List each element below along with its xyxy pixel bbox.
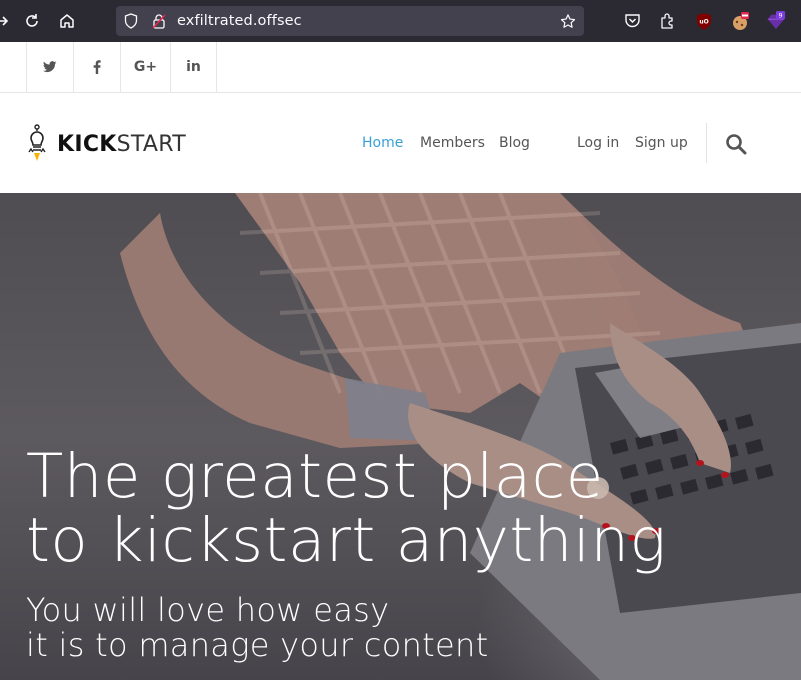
extensions-button[interactable] — [658, 11, 678, 31]
ublock-extension[interactable]: uO — [694, 11, 714, 31]
hero-subtitle-line: it is to manage your content — [26, 626, 489, 664]
social-links-bar: G+ in — [0, 42, 801, 93]
reload-icon — [26, 14, 38, 27]
lightbulb-rocket-icon — [28, 124, 46, 161]
site-logo[interactable]: KICKSTART — [25, 124, 186, 164]
home-button[interactable] — [57, 11, 77, 31]
facebook-link[interactable] — [74, 42, 121, 92]
divider — [706, 123, 707, 163]
cookie-extension[interactable] — [730, 11, 750, 31]
hero-title-line: to kickstart anything — [26, 505, 667, 576]
nav-login[interactable]: Log in — [577, 135, 619, 151]
ublock-shield-icon: uO — [697, 13, 711, 30]
hero-banner: The greatest place to kickstart anything… — [0, 193, 801, 680]
browser-toolbar: exfiltrated.offsec uO 9 — [0, 0, 801, 42]
logo-text: KICKSTART — [57, 131, 187, 157]
twitter-link[interactable] — [27, 42, 74, 92]
forward-arrow-icon — [0, 16, 9, 26]
nav-members[interactable]: Members — [420, 135, 485, 151]
pocket-icon — [624, 14, 640, 28]
pocket-button[interactable] — [622, 11, 642, 31]
hero-title-line: The greatest place — [26, 441, 604, 512]
bookmark-star-icon[interactable] — [560, 13, 576, 29]
insecure-lock-icon[interactable] — [151, 13, 167, 29]
hero-title: The greatest place to kickstart anything — [26, 445, 667, 573]
hero-subtitle-line: You will love how easy — [26, 591, 390, 629]
cookie-icon — [733, 12, 749, 30]
gem-icon: 9 — [767, 11, 786, 30]
url-text[interactable]: exfiltrated.offsec — [177, 13, 302, 29]
nav-home[interactable]: Home — [362, 135, 403, 151]
shield-icon[interactable] — [123, 13, 139, 29]
gem-extension[interactable]: 9 — [766, 11, 786, 31]
search-icon — [726, 134, 747, 155]
hero-subtitle: You will love how easy it is to manage y… — [26, 593, 488, 663]
site-header: KICKSTART Home Members Blog Log in Sign … — [0, 93, 801, 193]
reload-button[interactable] — [22, 11, 42, 31]
home-icon — [60, 14, 74, 28]
extension-badge-count: 9 — [779, 13, 783, 20]
forward-button[interactable] — [0, 11, 12, 31]
google-plus-icon: G+ — [133, 59, 158, 75]
linkedin-icon: in — [186, 59, 201, 75]
search-button[interactable] — [725, 133, 747, 155]
svg-text:uO: uO — [699, 19, 708, 26]
google-plus-link[interactable]: G+ — [121, 42, 171, 92]
nav-signup[interactable]: Sign up — [635, 135, 688, 151]
url-bar[interactable]: exfiltrated.offsec — [116, 6, 584, 36]
facebook-icon — [93, 60, 101, 74]
twitter-icon — [43, 61, 57, 73]
puzzle-icon — [661, 13, 673, 29]
linkedin-link[interactable]: in — [171, 42, 217, 92]
nav-blog[interactable]: Blog — [499, 135, 530, 151]
